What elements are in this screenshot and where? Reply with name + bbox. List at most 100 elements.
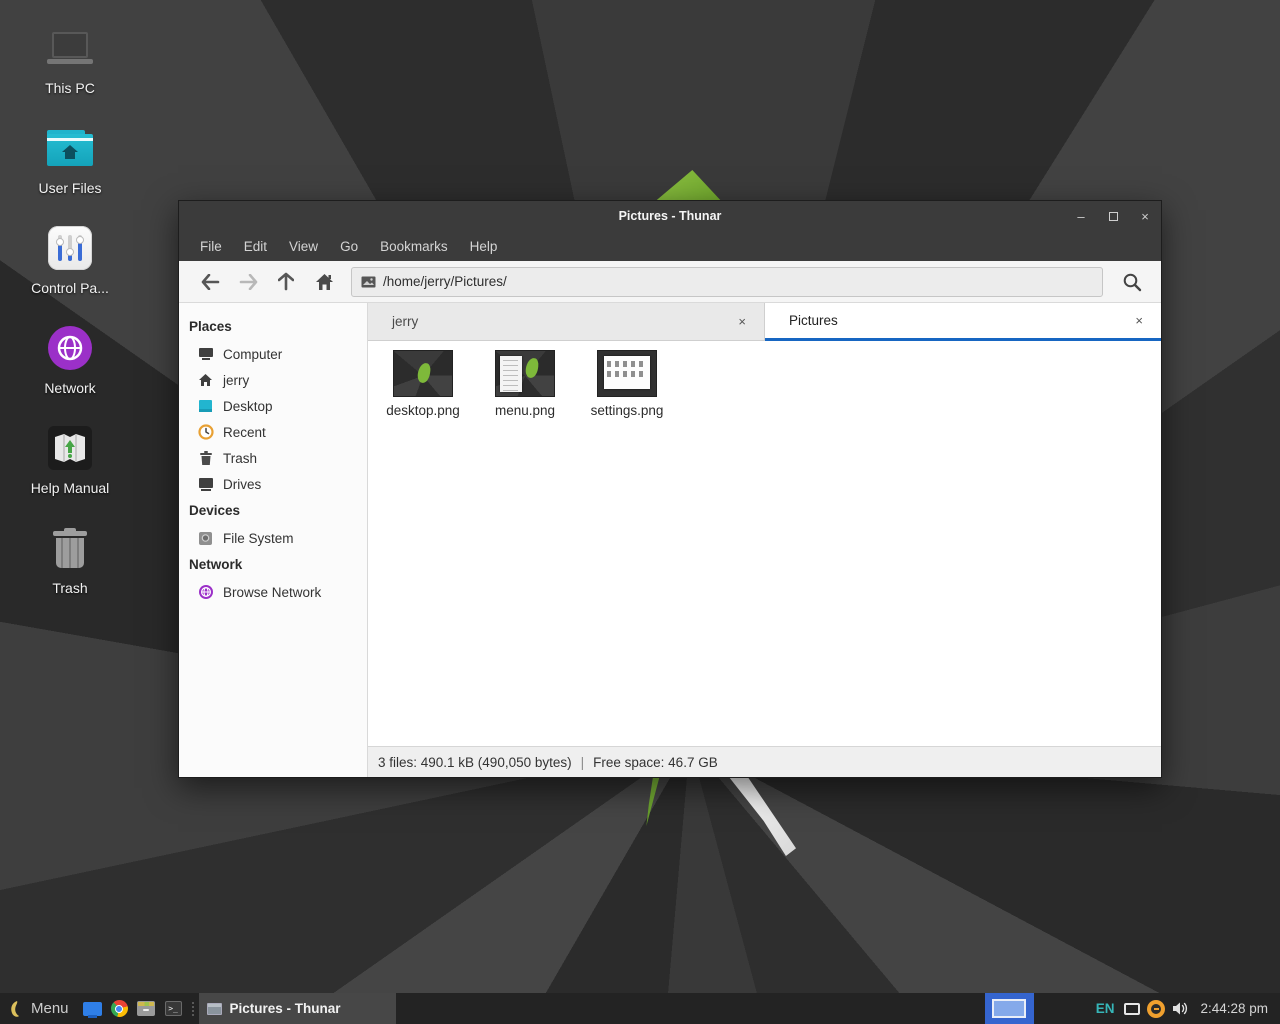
file-view[interactable]: desktop.png menu.png settings.png <box>368 341 1161 746</box>
desktop-icon-label: Control Pa... <box>31 280 109 296</box>
desktop-icon-help-manual[interactable]: Help Manual <box>18 424 122 496</box>
desktop-icon-label: Help Manual <box>31 480 110 496</box>
file-desktop-png[interactable]: desktop.png <box>373 351 473 418</box>
menubar: File Edit View Go Bookmarks Help <box>179 231 1161 261</box>
sidebar-item-label: File System <box>223 531 294 546</box>
taskbar: Menu >_ Pictures - Thunar EN 2:44:28 pm <box>0 993 1280 1024</box>
back-button[interactable] <box>191 266 229 298</box>
launcher-chrome[interactable] <box>106 993 133 1024</box>
file-name: desktop.png <box>386 403 460 418</box>
maximize-button[interactable] <box>1097 201 1129 231</box>
up-icon <box>278 272 294 291</box>
forward-button[interactable] <box>229 266 267 298</box>
home-button[interactable] <box>305 266 343 298</box>
launcher-terminal[interactable]: >_ <box>160 993 187 1024</box>
menu-help[interactable]: Help <box>459 231 509 261</box>
launcher-show-desktop[interactable] <box>79 993 106 1024</box>
volume-icon <box>1172 1001 1189 1016</box>
window-title: Pictures - Thunar <box>179 209 1161 223</box>
network-globe-icon <box>48 326 92 370</box>
desktop-icon-trash[interactable]: Trash <box>18 524 122 596</box>
tray-update-manager[interactable] <box>1144 993 1168 1024</box>
sidebar-header-network: Network <box>179 551 367 579</box>
window-controls: – × <box>1065 201 1161 231</box>
home-icon <box>315 273 334 291</box>
minimize-button[interactable]: – <box>1065 201 1097 231</box>
start-menu-label: Menu <box>31 1000 69 1017</box>
search-button[interactable] <box>1115 266 1149 298</box>
desktop-icon-user-files[interactable]: User Files <box>18 124 122 196</box>
start-menu-icon <box>8 1000 23 1018</box>
image-file-icon <box>361 276 376 288</box>
tab-close-icon[interactable]: × <box>734 312 750 331</box>
titlebar[interactable]: Pictures - Thunar – × <box>179 201 1161 231</box>
file-menu-png[interactable]: menu.png <box>475 351 575 418</box>
sidebar-item-jerry[interactable]: jerry <box>179 367 367 393</box>
desktop-icon-label: Network <box>44 380 95 396</box>
file-name: settings.png <box>591 403 664 418</box>
workspace-switcher[interactable] <box>985 993 1034 1024</box>
desktop-icon-label: User Files <box>38 180 101 196</box>
sidebar-item-label: Drives <box>223 477 261 492</box>
sidebar-item-label: Desktop <box>223 399 273 414</box>
filesystem-icon <box>197 530 214 547</box>
control-panel-icon <box>48 226 92 270</box>
drives-icon <box>197 476 214 493</box>
settings-png-thumbnail <box>598 351 656 396</box>
menu-go[interactable]: Go <box>329 231 369 261</box>
display-icon <box>1124 1003 1140 1015</box>
taskbar-handle[interactable] <box>189 993 197 1024</box>
browse-network-icon <box>197 584 214 601</box>
close-button[interactable]: × <box>1129 201 1161 231</box>
desktop-icon-column: This PC User Files Control Pa... <box>18 24 122 624</box>
menu-view[interactable]: View <box>278 231 329 261</box>
maximize-icon <box>1109 212 1118 221</box>
window-icon <box>207 1003 222 1015</box>
desktop-png-thumbnail <box>394 351 452 396</box>
tray-display[interactable] <box>1120 993 1144 1024</box>
status-bar: 3 files: 490.1 kB (490,050 bytes) | Free… <box>368 746 1161 777</box>
sidebar-header-devices: Devices <box>179 497 367 525</box>
start-menu-button[interactable]: Menu <box>0 993 79 1024</box>
sidebar-item-trash[interactable]: Trash <box>179 445 367 471</box>
tab-close-icon[interactable]: × <box>1131 311 1147 330</box>
sidebar-item-label: Recent <box>223 425 266 440</box>
desktop-icon-label: Trash <box>52 580 87 596</box>
desktop-icon-network[interactable]: Network <box>18 324 122 396</box>
clock[interactable]: 2:44:28 pm <box>1192 1001 1280 1016</box>
sidebar: Places Computer jerry <box>179 303 368 777</box>
status-files-info: 3 files: 490.1 kB (490,050 bytes) <box>378 755 572 770</box>
sidebar-item-computer[interactable]: Computer <box>179 341 367 367</box>
window-body: Places Computer jerry <box>179 303 1161 777</box>
menu-bookmarks[interactable]: Bookmarks <box>369 231 459 261</box>
tab-pictures[interactable]: Pictures × <box>765 303 1161 341</box>
keyboard-layout-indicator[interactable]: EN <box>1090 1001 1121 1016</box>
status-separator: | <box>581 755 585 770</box>
sidebar-header-places: Places <box>179 313 367 341</box>
sidebar-item-label: jerry <box>223 373 249 388</box>
menu-edit[interactable]: Edit <box>233 231 278 261</box>
menu-png-thumbnail <box>496 351 554 396</box>
trash-icon <box>197 450 214 467</box>
help-manual-icon <box>48 426 92 470</box>
sidebar-item-recent[interactable]: Recent <box>179 419 367 445</box>
path-bar[interactable]: /home/jerry/Pictures/ <box>351 267 1103 297</box>
sidebar-item-browse-network[interactable]: Browse Network <box>179 579 367 605</box>
sidebar-item-file-system[interactable]: File System <box>179 525 367 551</box>
task-button-thunar[interactable]: Pictures - Thunar <box>199 993 396 1024</box>
file-settings-png[interactable]: settings.png <box>577 351 677 418</box>
wallpaper-logo-green-triangle <box>652 170 724 204</box>
menu-file[interactable]: File <box>189 231 233 261</box>
launcher-file-manager[interactable] <box>133 993 160 1024</box>
up-button[interactable] <box>267 266 305 298</box>
computer-icon <box>197 346 214 363</box>
tab-bar: jerry × Pictures × <box>368 303 1161 341</box>
tab-jerry[interactable]: jerry × <box>368 303 765 341</box>
desktop-wallpaper: This PC User Files Control Pa... <box>0 0 1280 1024</box>
sidebar-item-desktop[interactable]: Desktop <box>179 393 367 419</box>
tray-volume[interactable] <box>1168 993 1192 1024</box>
desktop-icon-control-panel[interactable]: Control Pa... <box>18 224 122 296</box>
desktop-icon-this-pc[interactable]: This PC <box>18 24 122 96</box>
sidebar-item-drives[interactable]: Drives <box>179 471 367 497</box>
toolbar: /home/jerry/Pictures/ <box>179 261 1161 303</box>
